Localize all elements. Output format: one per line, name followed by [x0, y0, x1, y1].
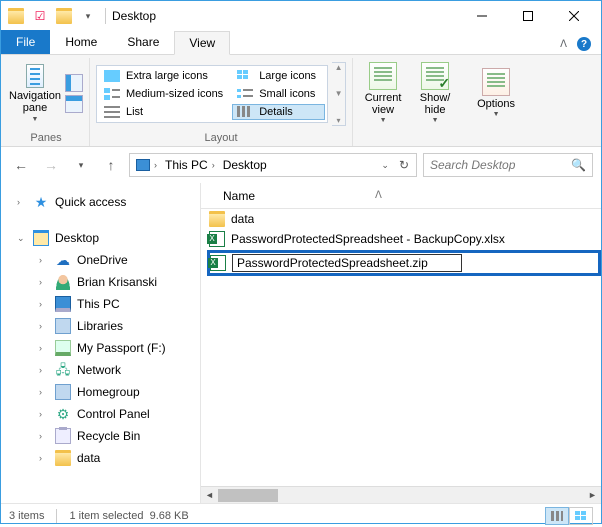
up-button[interactable]: ↑ — [99, 153, 123, 177]
horizontal-scrollbar[interactable]: ◄ ► — [201, 486, 601, 503]
qat-customize-button[interactable]: ▾ — [77, 5, 99, 27]
tab-share[interactable]: Share — [112, 30, 174, 54]
minimize-button[interactable] — [459, 1, 505, 31]
crumb-this-pc[interactable]: This PC› — [161, 156, 219, 174]
ctrl-icon: ⚙ — [55, 406, 71, 422]
folder-app-icon — [5, 5, 27, 27]
qat-newfolder-button[interactable] — [53, 5, 75, 27]
qat-properties-button[interactable]: ☑ — [29, 5, 51, 27]
layout-extra-large-icons[interactable]: Extra large icons — [99, 68, 232, 84]
status-item-count: 3 items — [9, 510, 44, 522]
scroll-thumb[interactable] — [218, 489, 278, 502]
tree-item[interactable]: ›My Passport (F:) — [13, 337, 200, 359]
show-hide-icon — [421, 62, 449, 90]
status-selection: 1 item selected 9.68 KB — [69, 510, 188, 522]
file-list-pane: Name ᐱ dataPasswordProtectedSpreadsheet … — [201, 183, 601, 503]
navigation-pane-button[interactable]: Navigation pane ▼ — [9, 64, 61, 123]
titlebar: ☑ ▾ Desktop — [1, 1, 601, 31]
details-pane-button[interactable] — [65, 95, 83, 113]
breadcrumb[interactable]: › This PC› Desktop ⌄↻ — [129, 153, 417, 177]
ribbon-group-view: Current view▼ Show/ hide▼ Options▼ — [353, 58, 526, 146]
folder-icon — [209, 211, 225, 227]
tree-quick-access[interactable]: ›★Quick access — [13, 191, 200, 213]
navigation-tree[interactable]: ›★Quick access ⌄Desktop ›☁OneDrive›Brian… — [1, 183, 201, 503]
tree-item[interactable]: ›Libraries — [13, 315, 200, 337]
navigation-pane-icon — [26, 64, 44, 88]
onedrive-icon: ☁ — [55, 252, 71, 268]
scroll-right-button[interactable]: ► — [584, 487, 601, 504]
options-button[interactable]: Options▼ — [472, 66, 520, 121]
view-thumbnails-button[interactable] — [569, 507, 593, 525]
current-view-icon — [369, 62, 397, 90]
tree-item[interactable]: ›Brian Krisanski — [13, 271, 200, 293]
maximize-button[interactable] — [505, 1, 551, 31]
ribbon-group-layout: Extra large icons Medium-sized icons Lis… — [90, 58, 353, 146]
rename-input[interactable] — [232, 254, 462, 272]
tree-item[interactable]: ›Homegroup — [13, 381, 200, 403]
status-bar: 3 items 1 item selected 9.68 KB — [1, 503, 601, 527]
location-icon — [136, 159, 150, 171]
file-row[interactable]: data — [207, 209, 601, 229]
layout-small-icons[interactable]: Small icons — [232, 86, 325, 102]
tree-item[interactable]: ›data — [13, 447, 200, 469]
tree-item[interactable]: ›🖧Network — [13, 359, 200, 381]
sort-indicator-icon: ᐱ — [375, 190, 382, 201]
collapse-ribbon-button[interactable]: ᐱ — [560, 39, 567, 50]
help-button[interactable]: ? — [577, 37, 591, 51]
bin-icon — [55, 428, 71, 444]
monitor-icon — [55, 296, 71, 312]
file-row[interactable] — [207, 250, 601, 276]
tree-desktop[interactable]: ⌄Desktop — [13, 227, 200, 249]
tree-item[interactable]: ›This PC — [13, 293, 200, 315]
crumb-desktop[interactable]: Desktop — [219, 156, 271, 174]
file-list[interactable]: dataPasswordProtectedSpreadsheet - Backu… — [201, 209, 601, 486]
search-input[interactable]: Search Desktop 🔍 — [423, 153, 593, 177]
tree-item[interactable]: ›Recycle Bin — [13, 425, 200, 447]
lib-icon — [55, 318, 71, 334]
column-header-name[interactable]: Name ᐱ — [201, 183, 601, 209]
forward-button[interactable]: → — [39, 153, 63, 177]
window-title: Desktop — [112, 9, 156, 23]
net-icon: 🖧 — [55, 362, 71, 378]
layout-large-icons[interactable]: Large icons — [232, 68, 325, 84]
current-view-button[interactable]: Current view▼ — [359, 60, 407, 127]
address-bar: ← → ▾ ↑ › This PC› Desktop ⌄↻ Search Des… — [1, 147, 601, 183]
ribbon: Navigation pane ▼ Panes Extra large icon… — [1, 55, 601, 147]
layout-gallery-scroll[interactable]: ▲▼▾ — [332, 62, 346, 126]
recent-locations-button[interactable]: ▾ — [69, 153, 93, 177]
file-row[interactable]: PasswordProtectedSpreadsheet - BackupCop… — [207, 229, 601, 249]
layout-details[interactable]: Details — [232, 104, 325, 120]
content-area: ›★Quick access ⌄Desktop ›☁OneDrive›Brian… — [1, 183, 601, 503]
tree-item[interactable]: ›☁OneDrive — [13, 249, 200, 271]
address-dropdown-button[interactable]: ⌄ — [376, 158, 394, 173]
quick-access-toolbar: ☑ ▾ — [5, 5, 99, 27]
layout-list[interactable]: List — [99, 104, 232, 120]
excel-file-icon — [210, 255, 226, 271]
show-hide-button[interactable]: Show/ hide▼ — [411, 60, 459, 127]
drive-icon — [55, 340, 71, 356]
ribbon-tabs: File Home Share View ᐱ ? — [1, 31, 601, 55]
scroll-left-button[interactable]: ◄ — [201, 487, 218, 504]
tab-home[interactable]: Home — [50, 30, 112, 54]
tab-file[interactable]: File — [1, 30, 50, 54]
layout-medium-icons[interactable]: Medium-sized icons — [99, 86, 232, 102]
view-details-button[interactable] — [545, 507, 569, 525]
tree-item[interactable]: ›⚙Control Panel — [13, 403, 200, 425]
ribbon-group-panes: Navigation pane ▼ Panes — [3, 58, 90, 146]
folder-icon — [55, 450, 71, 466]
user-icon — [55, 274, 71, 290]
back-button[interactable]: ← — [9, 153, 33, 177]
preview-pane-button[interactable] — [65, 74, 83, 92]
refresh-button[interactable]: ↻ — [394, 156, 414, 174]
close-button[interactable] — [551, 1, 597, 31]
options-icon — [482, 68, 510, 96]
search-icon: 🔍 — [571, 158, 586, 172]
layout-gallery[interactable]: Extra large icons Medium-sized icons Lis… — [96, 65, 328, 123]
tab-view[interactable]: View — [174, 31, 230, 55]
home-icon — [55, 384, 71, 400]
excel-file-icon — [209, 231, 225, 247]
